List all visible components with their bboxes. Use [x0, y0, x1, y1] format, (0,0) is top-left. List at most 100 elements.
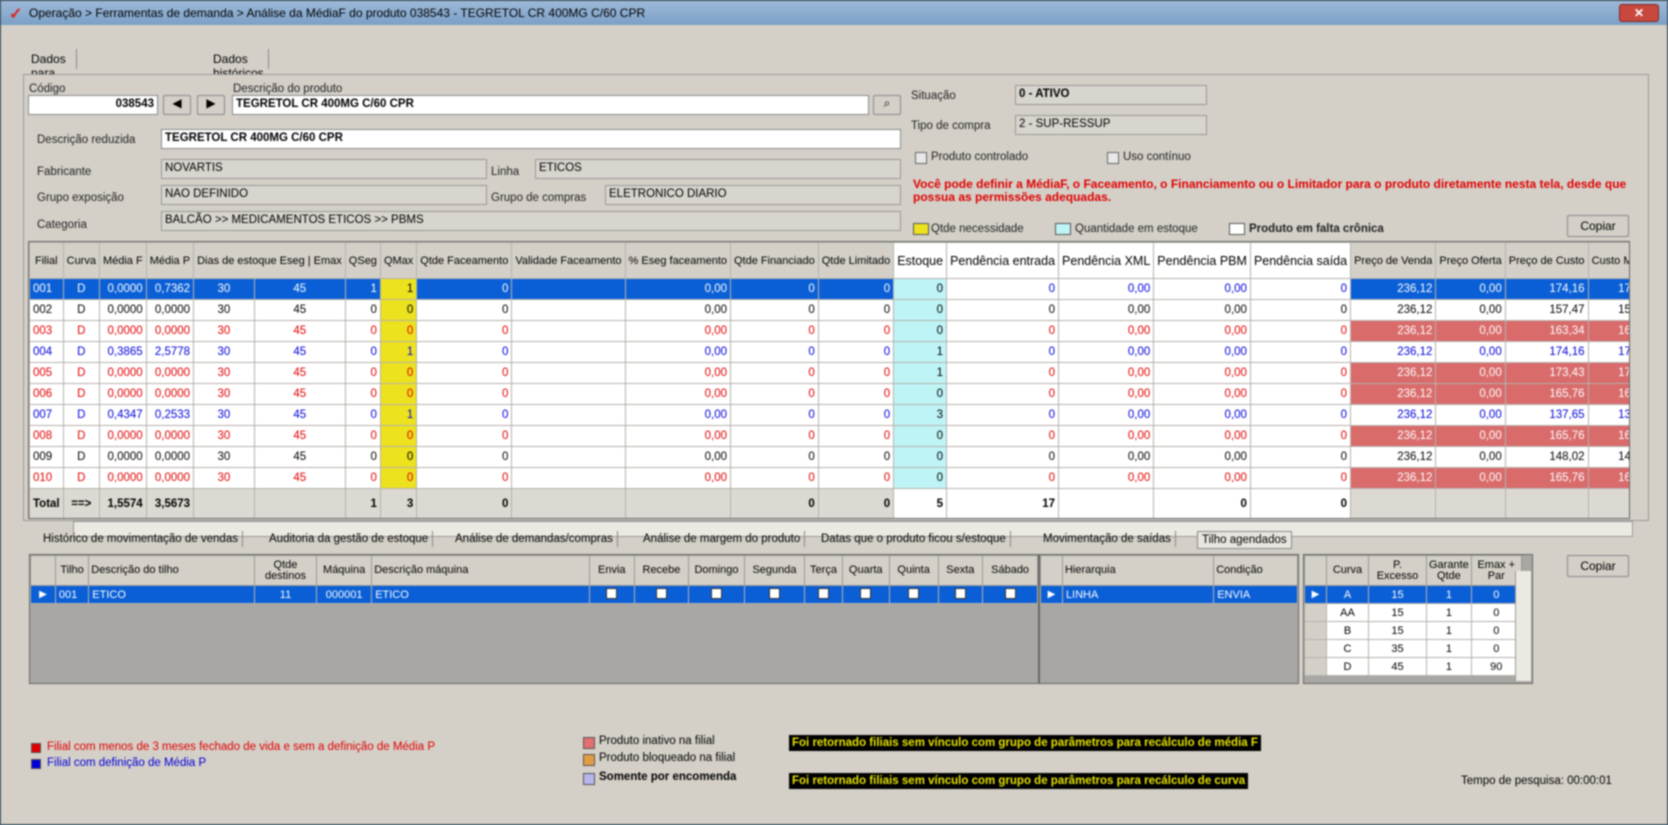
tab-tilho-agendados[interactable]: Tilho agendados [1197, 531, 1292, 549]
tab-historico-vendas[interactable]: Histórico de movimentação de vendas [39, 531, 243, 547]
tilho-col-terca[interactable]: Terça [804, 555, 843, 586]
col-preco-custo[interactable]: Preço de Custo [1504, 242, 1589, 279]
hier-col-hierarquia[interactable]: Hierarquia [1061, 555, 1215, 586]
terca-checkbox[interactable] [818, 587, 829, 599]
next-product-button[interactable]: ▶ [197, 95, 225, 115]
col-qtde-limitado[interactable]: Qtde Limitado [817, 242, 895, 279]
filial-row[interactable]: 008 D 0,0000 0,0000 30 45 0 0 0 0,00 0 0 0 0 0,00 0,00 0… [29, 425, 1629, 447]
sexta-checkbox[interactable] [954, 587, 966, 599]
cell-eseg-faceamento[interactable]: 0,00 [624, 341, 732, 363]
grupo-compras-field[interactable]: ELETRONICO DIARIO [605, 185, 901, 205]
cell-eseg-faceamento[interactable]: 0,00 [624, 320, 732, 342]
tab-movimentacao-saidas[interactable]: Movimentação de saídas [1039, 531, 1176, 547]
filial-row[interactable]: 003 D 0,0000 0,0000 30 45 0 0 0 0,00 0 0 0 0 0,00 0,00 0… [29, 320, 1629, 342]
cell-emax[interactable]: 45 [253, 425, 346, 447]
cell-qtde-financiado[interactable]: 0 [730, 320, 819, 342]
tilho-col-recebe[interactable]: Recebe [633, 555, 690, 586]
tab-datas-sem-estoque[interactable]: Datas que o produto ficou s/estoque [817, 531, 1011, 547]
cell-qmax[interactable]: 0 [379, 299, 418, 321]
tilho-col-destinos[interactable]: Qtde destinos [253, 555, 318, 586]
hierarquia-row[interactable]: ▶ LINHA ENVIA [1040, 585, 1298, 604]
curva-row[interactable]: B 15 1 0 [1304, 621, 1522, 640]
envia-checkbox[interactable] [606, 587, 618, 599]
tilho-col-sexta[interactable]: Sexta [937, 555, 984, 586]
close-button[interactable]: ✕ [1619, 4, 1659, 22]
col-eseg-faceamento[interactable]: % Eseg faceamento [624, 242, 732, 279]
tilho-col-quinta[interactable]: Quinta [888, 555, 939, 586]
cell-qmax[interactable]: 0 [379, 425, 418, 447]
tilho-row[interactable]: ▶ 001 ETICO 11 000001 ETICO [30, 585, 1038, 604]
col-pendencia-xml[interactable]: Pendência XML [1058, 242, 1155, 279]
cell-qtde-faceamento[interactable]: 0 [416, 404, 513, 426]
controlado-checkbox[interactable] [915, 152, 927, 164]
cell-emax[interactable]: 45 [253, 278, 346, 300]
cell-qmax[interactable]: 0 [379, 320, 418, 342]
cell-eseg-faceamento[interactable]: 0,00 [624, 404, 732, 426]
tilho-col-maquina[interactable]: Máquina [316, 555, 373, 586]
tilho-col-quarta[interactable]: Quarta [841, 555, 890, 586]
filial-row[interactable]: 002 D 0,0000 0,0000 30 45 0 0 0 0,00 0 0 0 0 0,00 0,00 0… [29, 299, 1629, 321]
tilho-col-tilho[interactable]: Tilho [54, 555, 90, 586]
recebe-checkbox[interactable] [655, 587, 667, 599]
cell-qmax[interactable]: 1 [379, 278, 418, 300]
quarta-checkbox[interactable] [860, 587, 872, 599]
segunda-checkbox[interactable] [768, 587, 780, 599]
col-qtde-financiado[interactable]: Qtde Financiado [730, 242, 819, 279]
search-product-button[interactable]: ⌕ [873, 95, 901, 115]
cell-qmax[interactable]: 0 [379, 383, 418, 405]
curva-row[interactable]: C 35 1 0 [1304, 639, 1522, 658]
cell-emax[interactable]: 45 [253, 467, 346, 489]
cell-qtde-faceamento[interactable]: 0 [416, 362, 513, 384]
cell-qtde-financiado[interactable]: 0 [730, 299, 819, 321]
cell-validade-faceamento[interactable] [511, 299, 626, 321]
linha-field[interactable]: ETICOS [535, 159, 901, 179]
quinta-checkbox[interactable] [908, 587, 920, 599]
col-estoque[interactable]: Estoque [893, 242, 948, 279]
tab-analise-margem[interactable]: Análise de margem do produto [639, 531, 806, 547]
cell-emax[interactable]: 45 [253, 299, 346, 321]
fabricante-field[interactable]: NOVARTIS [161, 159, 487, 179]
hier-col-condicao[interactable]: Condição [1213, 555, 1298, 586]
filial-row[interactable]: 010 D 0,0000 0,0000 30 45 0 0 0 0,00 0 0 0 0 0,00 0,00 0… [29, 467, 1629, 489]
col-pendencia-saida[interactable]: Pendência saída [1249, 242, 1352, 279]
filial-row[interactable]: 004 D 0,3865 2,5778 30 45 0 1 0 0,00 0 0 1 0 0,00 0,00 0… [29, 341, 1629, 363]
col-pendencia-pbm[interactable]: Pendência PBM [1153, 242, 1251, 279]
cell-eseg-faceamento[interactable]: 0,00 [624, 362, 732, 384]
uso-continuo-checkbox[interactable] [1107, 152, 1119, 164]
cell-validade-faceamento[interactable] [511, 362, 626, 384]
cell-emax[interactable]: 45 [253, 446, 346, 468]
tilho-col-desc-maquina[interactable]: Descrição máquina [371, 555, 590, 586]
tilho-col-envia[interactable]: Envia [588, 555, 635, 586]
cell-emax[interactable]: 45 [253, 320, 346, 342]
tilho-col-segunda[interactable]: Segunda [743, 555, 806, 586]
cell-emax[interactable]: 45 [253, 404, 346, 426]
situacao-field[interactable]: 0 - ATIVO [1015, 85, 1207, 105]
cell-validade-faceamento[interactable] [511, 404, 626, 426]
tilho-col-sabado[interactable]: Sábado [982, 555, 1038, 586]
cell-qtde-faceamento[interactable]: 0 [416, 425, 513, 447]
col-custo-medio[interactable]: Custo Médio [1587, 242, 1629, 279]
cell-validade-faceamento[interactable] [511, 425, 626, 447]
curva-vertical-scrollbar[interactable] [1515, 571, 1531, 681]
cell-qtde-faceamento[interactable]: 0 [416, 341, 513, 363]
filial-row[interactable]: 005 D 0,0000 0,0000 30 45 0 0 0 0,00 0 0 1 0 0,00 0,00 0… [29, 362, 1629, 384]
cell-qmax[interactable]: 1 [379, 341, 418, 363]
tilho-col-domingo[interactable]: Domingo [688, 555, 745, 586]
categoria-field[interactable]: BALCÃO >> MEDICAMENTOS ETICOS >> PBMS [161, 211, 901, 231]
col-dias-estoque[interactable]: Dias de estoque Eseg | Emax [193, 242, 346, 279]
cell-qtde-faceamento[interactable]: 0 [416, 467, 513, 489]
filial-row[interactable]: 001 D 0,0000 0,7362 30 45 1 1 0 0,00 0 0 0 0 0,00 0,00 0… [29, 278, 1629, 300]
col-preco-oferta[interactable]: Preço Oferta [1435, 242, 1506, 279]
cell-qtde-financiado[interactable]: 0 [730, 362, 819, 384]
cell-eseg-faceamento[interactable]: 0,00 [624, 299, 732, 321]
filial-row[interactable]: 006 D 0,0000 0,0000 30 45 0 0 0 0,00 0 0 0 0 0,00 0,00 0… [29, 383, 1629, 405]
cell-validade-faceamento[interactable] [511, 320, 626, 342]
cell-qmax[interactable]: 1 [379, 404, 418, 426]
tab-dados-analise[interactable]: Dados para análise do produto [27, 49, 77, 122]
col-qseg[interactable]: QSeg [344, 242, 381, 279]
grupo-exposicao-field[interactable]: NAO DEFINIDO [161, 185, 487, 205]
cell-emax[interactable]: 45 [253, 383, 346, 405]
curva-col-emax[interactable]: Emax + Par [1470, 555, 1522, 586]
tipo-compra-field[interactable]: 2 - SUP-RESSUP [1015, 115, 1207, 135]
col-filial[interactable]: Filial [29, 242, 64, 279]
